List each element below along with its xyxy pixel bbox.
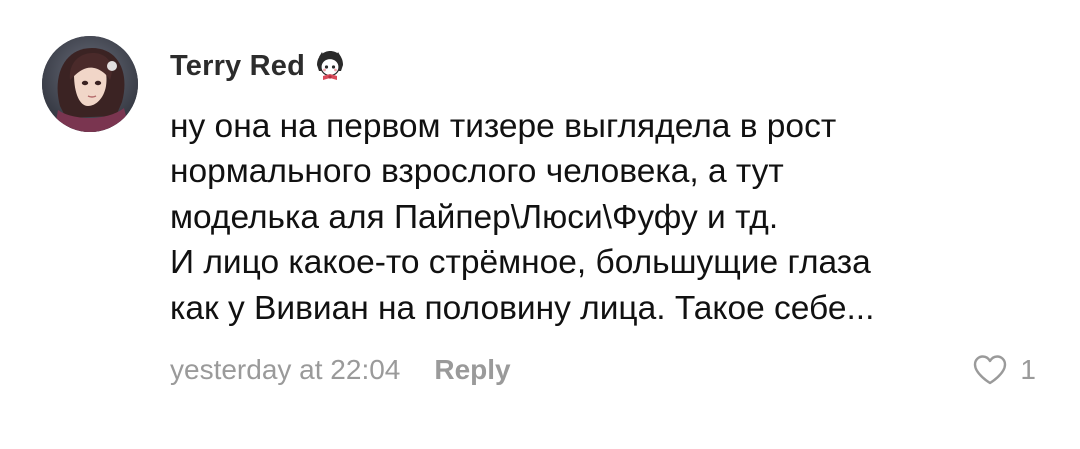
character-sticker-icon: [313, 49, 347, 83]
comment: Terry Red ну она на первом тизере выгляд…: [0, 0, 1080, 449]
avatar[interactable]: [42, 36, 138, 132]
heart-outline-icon: [974, 355, 1007, 385]
comment-meta: yesterday at 22:04 Reply: [170, 348, 511, 392]
comment-text: ну она на первом тизере выглядела в рост…: [170, 108, 875, 327]
timestamp: yesterday at 22:04: [170, 354, 401, 385]
reply-button[interactable]: Reply: [434, 354, 510, 386]
like-count: 1: [1020, 354, 1036, 385]
author-row: Terry Red: [170, 42, 347, 90]
avatar-image: [42, 36, 138, 132]
like-button[interactable]: 1: [972, 348, 1036, 392]
author-name[interactable]: Terry Red: [170, 50, 305, 83]
